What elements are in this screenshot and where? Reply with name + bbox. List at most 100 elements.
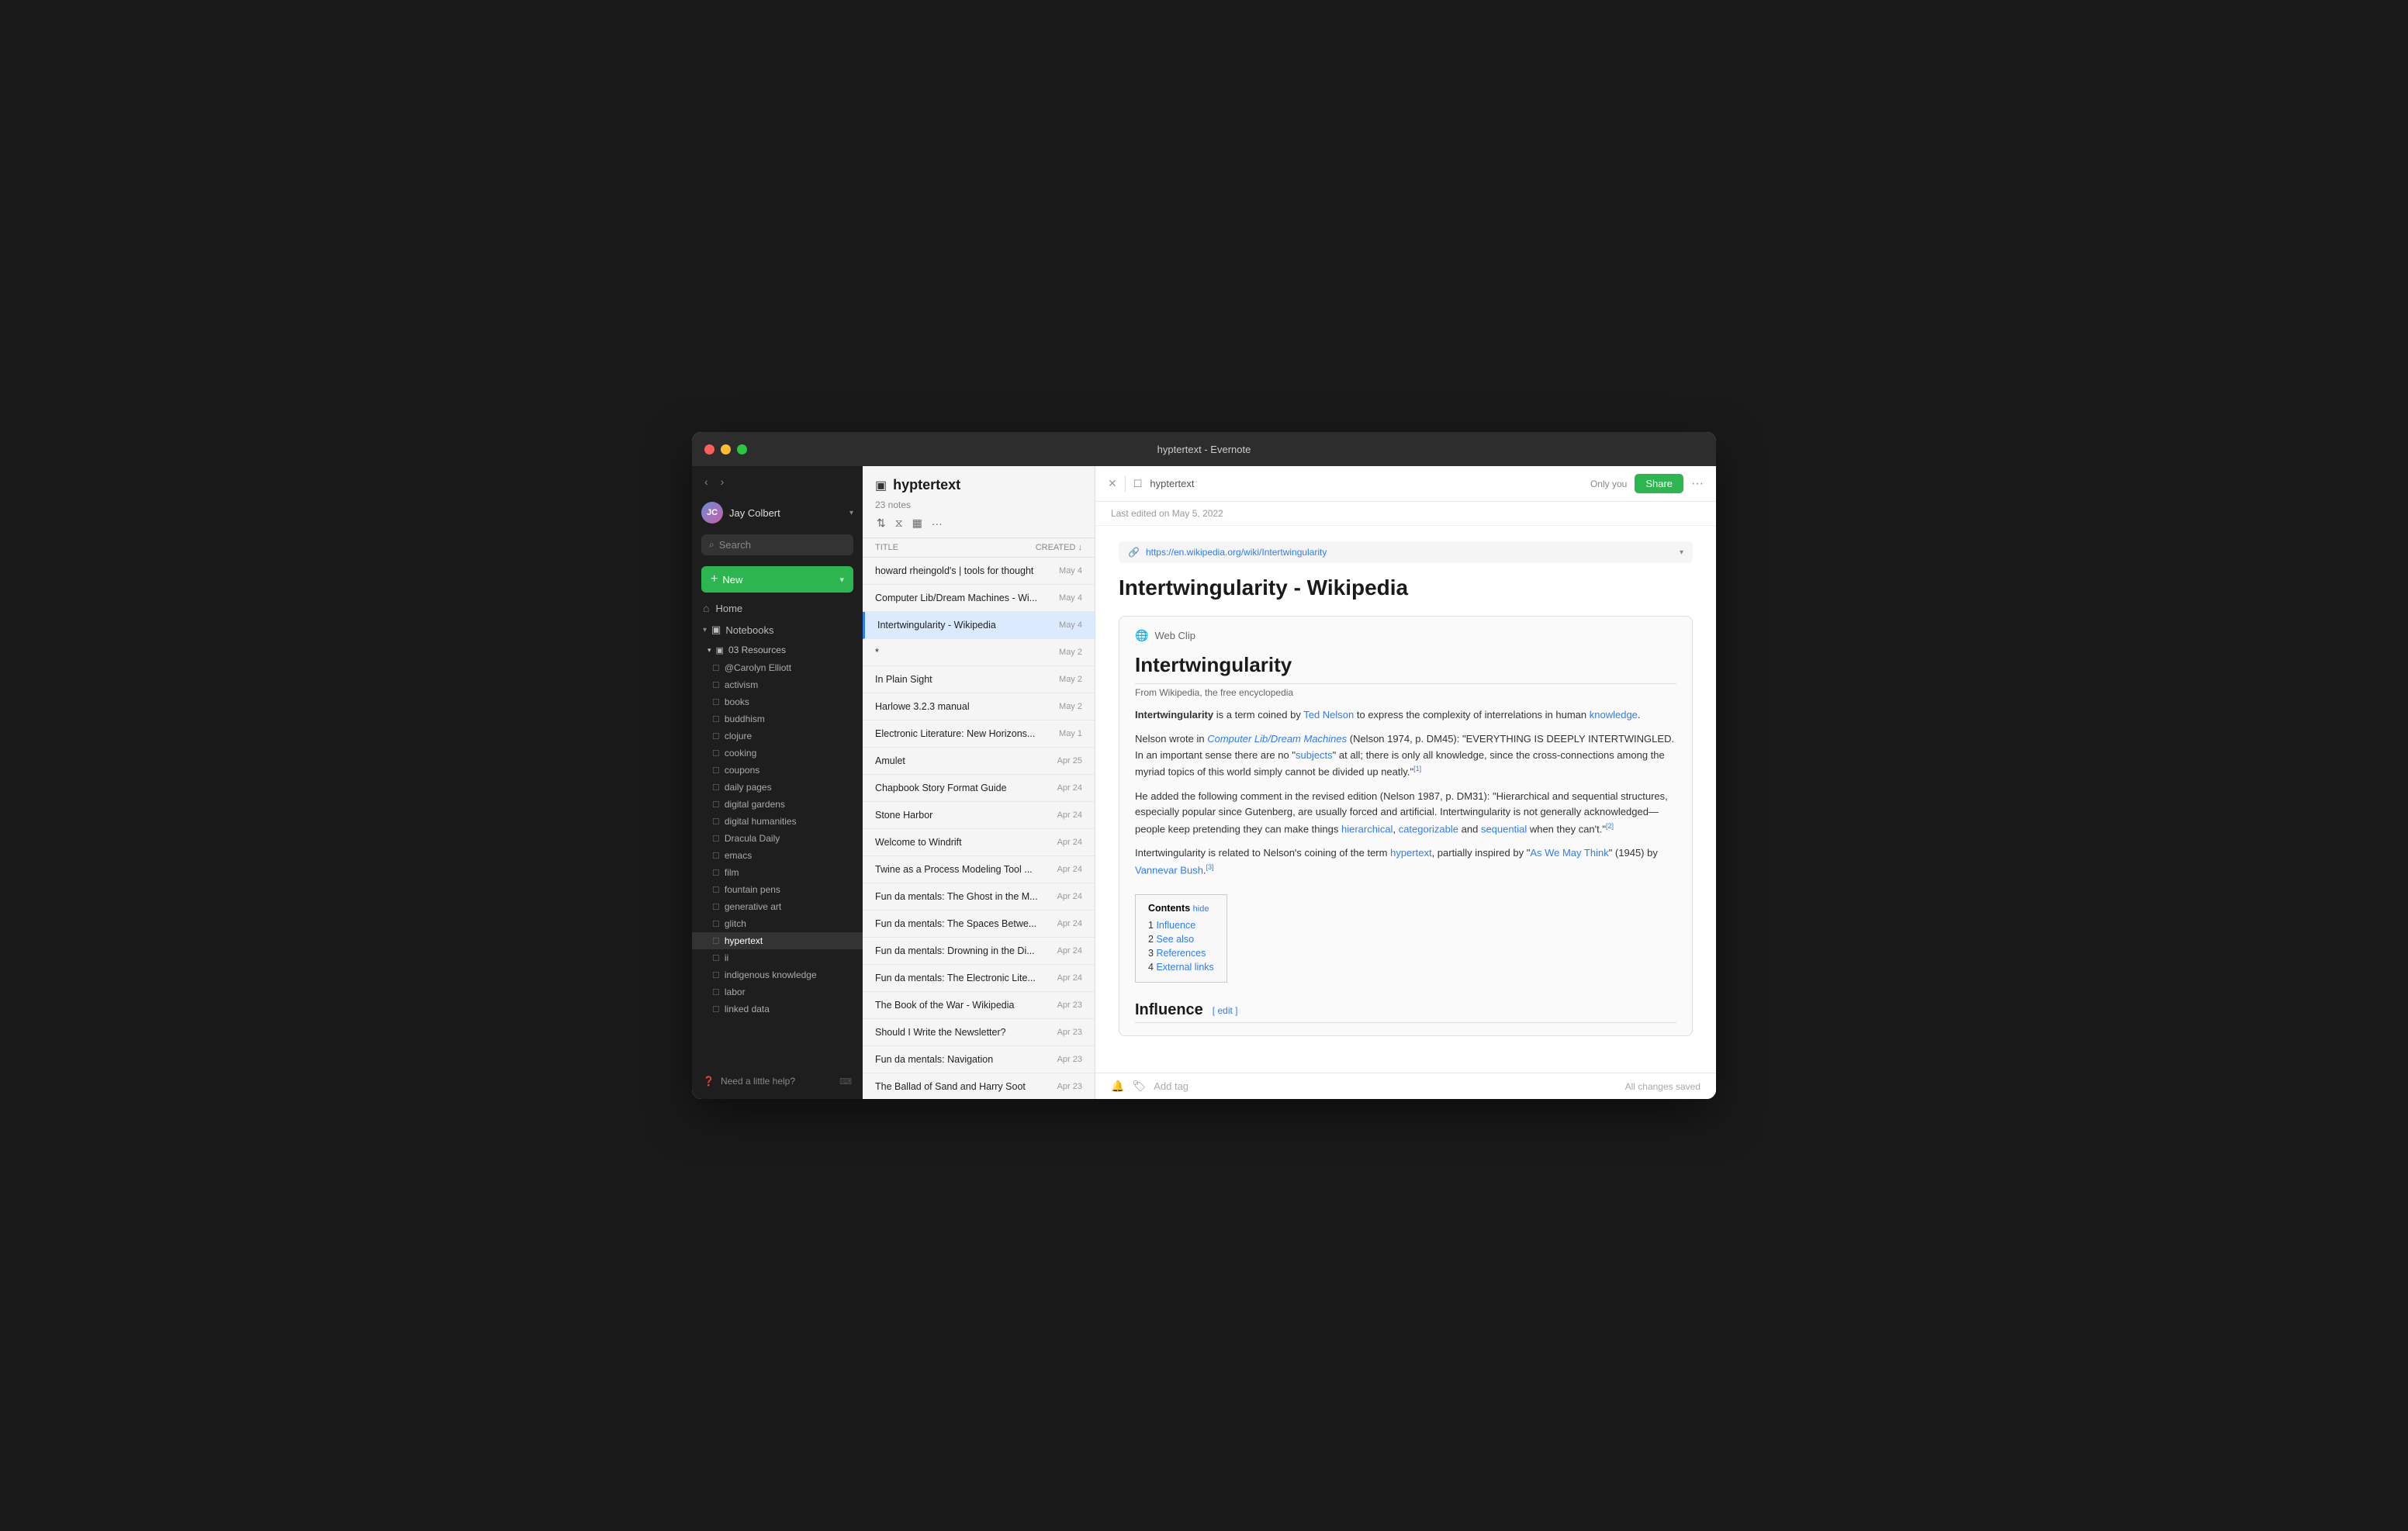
- note-row[interactable]: Fun da mentals: The Spaces Betwe... Apr …: [863, 911, 1095, 938]
- note-row[interactable]: In Plain Sight May 2: [863, 666, 1095, 693]
- contents-external-links-link[interactable]: External links: [1156, 962, 1213, 973]
- close-button[interactable]: [704, 444, 714, 454]
- webclip-box: 🌐 Web Clip Intertwingularity From Wikipe…: [1119, 616, 1693, 1036]
- note-date: May 4: [1059, 593, 1082, 603]
- note-icon: ☐: [712, 953, 720, 963]
- note-row[interactable]: Twine as a Process Modeling Tool ... Apr…: [863, 856, 1095, 883]
- nb-label: ii: [725, 952, 728, 963]
- nb-item-film[interactable]: ☐ film: [692, 864, 863, 881]
- hypertext-link[interactable]: hypertext: [1390, 847, 1431, 859]
- note-row[interactable]: Fun da mentals: Navigation Apr 23: [863, 1046, 1095, 1073]
- note-title: Stone Harbor: [875, 810, 1051, 821]
- maximize-button[interactable]: [737, 444, 747, 454]
- note-icon: ☐: [712, 885, 720, 895]
- sidebar-item-home[interactable]: ⌂ Home: [692, 597, 863, 619]
- note-row[interactable]: Amulet Apr 25: [863, 748, 1095, 775]
- note-row[interactable]: Should I Write the Newsletter? Apr 23: [863, 1019, 1095, 1046]
- hierarchical-link[interactable]: hierarchical: [1341, 823, 1393, 835]
- more-options-icon[interactable]: ···: [930, 516, 944, 531]
- nb-item-daily-pages[interactable]: ☐ daily pages: [692, 779, 863, 796]
- nb-item-fountain-pens[interactable]: ☐ fountain pens: [692, 881, 863, 898]
- back-arrow[interactable]: ‹: [701, 474, 711, 489]
- note-row[interactable]: The Ballad of Sand and Harry Soot Apr 23: [863, 1073, 1095, 1099]
- nb-item-generative-art[interactable]: ☐ generative art: [692, 898, 863, 915]
- note-row[interactable]: Harlowe 3.2.3 manual May 2: [863, 693, 1095, 721]
- note-title: Computer Lib/Dream Machines - Wi...: [875, 593, 1053, 603]
- sort-icon[interactable]: ⇅: [875, 515, 887, 531]
- content-header: ✕ ☐ hyptertext Only you Share ···: [1095, 466, 1716, 502]
- article-paragraph-4: Intertwingularity is related to Nelson's…: [1135, 845, 1676, 879]
- question-icon: ❓: [703, 1076, 714, 1087]
- note-row-selected[interactable]: Intertwingularity - Wikipedia May 4: [863, 612, 1095, 639]
- nb-item-buddhism[interactable]: ☐ buddhism: [692, 710, 863, 727]
- nb-item-emacs[interactable]: ☐ emacs: [692, 847, 863, 864]
- filter-icon[interactable]: ⧖: [894, 515, 905, 531]
- nb-item-linked-data[interactable]: ☐ linked data: [692, 1001, 863, 1018]
- knowledge-link[interactable]: knowledge: [1590, 709, 1638, 721]
- note-date: Apr 24: [1057, 838, 1082, 847]
- url-bar[interactable]: 🔗 https://en.wikipedia.org/wiki/Intertwi…: [1119, 541, 1693, 563]
- contents-influence-link[interactable]: Influence: [1156, 920, 1195, 931]
- help-section[interactable]: ❓ Need a little help? ⌨: [692, 1070, 863, 1093]
- edit-link[interactable]: [ edit ]: [1213, 1005, 1238, 1016]
- note-date: Apr 23: [1057, 1082, 1082, 1091]
- vannevar-bush-link[interactable]: Vannevar Bush: [1135, 864, 1203, 876]
- subjects-link[interactable]: subjects: [1296, 749, 1333, 761]
- nb-label: cooking: [725, 748, 756, 759]
- as-we-may-think-link[interactable]: As We May Think: [1530, 847, 1608, 859]
- nb-item-glitch[interactable]: ☐ glitch: [692, 915, 863, 932]
- view-icon[interactable]: ▦: [911, 515, 924, 531]
- nb-item-cooking[interactable]: ☐ cooking: [692, 745, 863, 762]
- categorizable-link[interactable]: categorizable: [1399, 823, 1458, 835]
- forward-arrow[interactable]: ›: [718, 474, 728, 489]
- note-row[interactable]: * May 2: [863, 639, 1095, 666]
- contents-label: Contents: [1148, 903, 1190, 914]
- note-row[interactable]: Electronic Literature: New Horizons... M…: [863, 721, 1095, 748]
- article-paragraph-3: He added the following comment in the re…: [1135, 789, 1676, 838]
- note-icon: ☐: [712, 936, 720, 946]
- more-options-button[interactable]: ···: [1691, 477, 1704, 491]
- nb-label: labor: [725, 987, 746, 997]
- nb-item-activism[interactable]: ☐ activism: [692, 676, 863, 693]
- sequential-link[interactable]: sequential: [1481, 823, 1527, 835]
- nb-item-digital-gardens[interactable]: ☐ digital gardens: [692, 796, 863, 813]
- contents-hide-button[interactable]: hide: [1193, 904, 1209, 914]
- new-button[interactable]: + New ▾: [701, 566, 853, 593]
- computer-lib-link[interactable]: Computer Lib/Dream Machines: [1207, 733, 1347, 745]
- note-row[interactable]: Welcome to Windrift Apr 24: [863, 829, 1095, 856]
- nb-item-hypertext[interactable]: ☐ hypertext: [692, 932, 863, 949]
- notebooks-section[interactable]: ▾ ▣ Notebooks: [692, 619, 863, 641]
- note-row[interactable]: Computer Lib/Dream Machines - Wi... May …: [863, 585, 1095, 612]
- note-row[interactable]: The Book of the War - Wikipedia Apr 23: [863, 992, 1095, 1019]
- add-tag-input[interactable]: Add tag: [1154, 1080, 1617, 1092]
- note-row[interactable]: Fun da mentals: Drowning in the Di... Ap…: [863, 938, 1095, 965]
- resources-section[interactable]: ▾ ▣ 03 Resources: [692, 641, 863, 659]
- nb-item-books[interactable]: ☐ books: [692, 693, 863, 710]
- search-bar[interactable]: ⌕ Search: [701, 534, 853, 555]
- nb-item-carolyn[interactable]: ☐ @Carolyn Elliott: [692, 659, 863, 676]
- user-section[interactable]: JC Jay Colbert ▾: [692, 497, 863, 528]
- note-row[interactable]: Fun da mentals: The Electronic Lite... A…: [863, 965, 1095, 992]
- contents-references-link[interactable]: References: [1156, 948, 1206, 959]
- note-date: Apr 24: [1057, 946, 1082, 956]
- note-row[interactable]: Stone Harbor Apr 24: [863, 802, 1095, 829]
- nb-item-clojure[interactable]: ☐ clojure: [692, 727, 863, 745]
- note-row[interactable]: Chapbook Story Format Guide Apr 24: [863, 775, 1095, 802]
- nb-item-dracula-daily[interactable]: ☐ Dracula Daily: [692, 830, 863, 847]
- bell-icon[interactable]: 🔔: [1111, 1080, 1124, 1093]
- nb-item-coupons[interactable]: ☐ coupons: [692, 762, 863, 779]
- nb-item-ii[interactable]: ☐ ii: [692, 949, 863, 966]
- avatar-initials: JC: [707, 508, 718, 517]
- close-tab-button[interactable]: ✕: [1108, 477, 1117, 490]
- nb-item-digital-humanities[interactable]: ☐ digital humanities: [692, 813, 863, 830]
- note-row[interactable]: Fun da mentals: The Ghost in the M... Ap…: [863, 883, 1095, 911]
- share-button[interactable]: Share: [1635, 474, 1683, 493]
- nb-item-labor[interactable]: ☐ labor: [692, 983, 863, 1001]
- note-row[interactable]: howard rheingold's | tools for thought M…: [863, 558, 1095, 585]
- nb-item-indigenous-knowledge[interactable]: ☐ indigenous knowledge: [692, 966, 863, 983]
- ted-nelson-link[interactable]: Ted Nelson: [1303, 709, 1354, 721]
- note-title: Twine as a Process Modeling Tool ...: [875, 864, 1051, 875]
- contents-see-also-link[interactable]: See also: [1156, 934, 1194, 945]
- tag-icon[interactable]: 🏷: [1132, 1080, 1146, 1093]
- minimize-button[interactable]: [721, 444, 731, 454]
